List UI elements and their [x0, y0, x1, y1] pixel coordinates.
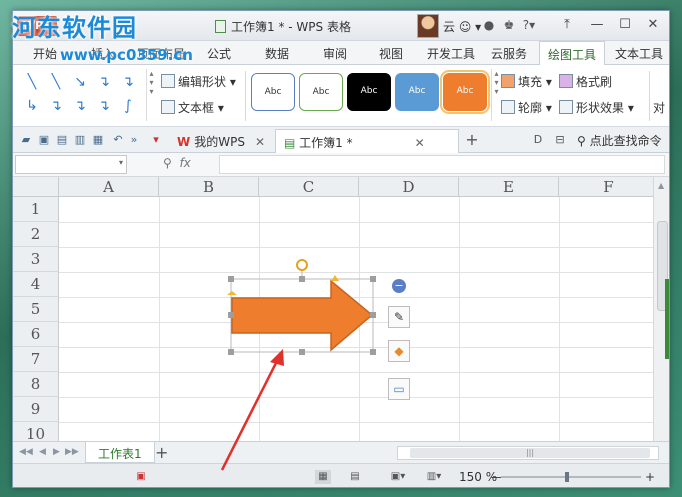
annotation-arrow-line [220, 356, 281, 471]
annotation-arrow-layer [220, 349, 284, 471]
site-watermark: 河东软件园 [12, 14, 137, 42]
site-watermark-url: www.pc0359.cn [60, 46, 193, 64]
annotation-arrow-head [270, 349, 284, 366]
